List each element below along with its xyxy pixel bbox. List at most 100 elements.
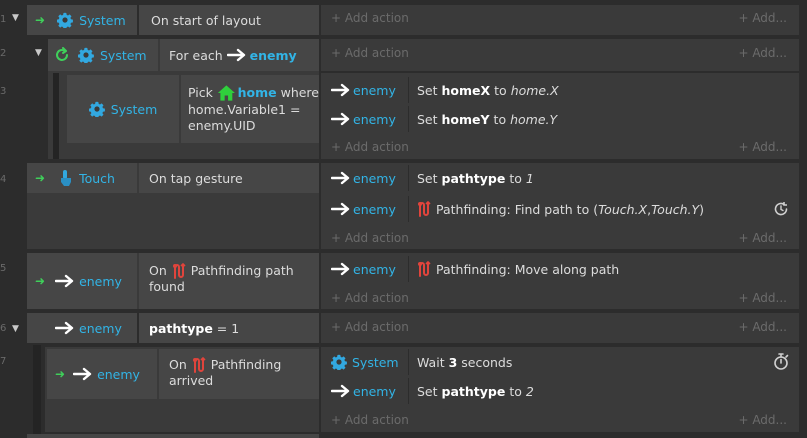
add-more-button[interactable]: + Add... <box>738 46 787 60</box>
event-7-condition[interactable]: On Pathfinding arrived <box>159 349 319 399</box>
pathfinding-icon <box>192 357 206 373</box>
action-text: Wait 3 seconds <box>417 354 513 370</box>
action-row[interactable]: enemy Set homeY to home.Y <box>321 106 799 132</box>
action-row[interactable]: System Wait 3 seconds <box>321 349 799 375</box>
add-more-button[interactable]: + Add... <box>738 11 787 25</box>
condition-text: arrived <box>169 373 214 388</box>
collapse-arrow-icon[interactable]: ▼ <box>12 13 19 23</box>
collapse-arrow-icon[interactable]: ▼ <box>12 324 19 334</box>
action-row[interactable]: enemy Pathfinding: Find path to (Touch.X… <box>321 196 799 222</box>
action-row[interactable]: enemy Pathfinding: Move along path <box>321 256 799 282</box>
object-arrow-icon <box>331 83 351 97</box>
event-2-condition[interactable]: For each enemy <box>160 39 319 71</box>
row-number: 7 <box>0 356 7 367</box>
event-7-condition-object[interactable]: ➜ enemy <box>47 349 157 399</box>
event-4-condition-object[interactable]: ➜ Touch <box>27 163 137 193</box>
condition-text: On <box>169 357 187 372</box>
event-3-actions: enemy Set homeX to home.X enemy Set home… <box>321 73 799 159</box>
home-sprite-icon <box>217 84 236 102</box>
trigger-arrow-icon: ➜ <box>35 171 46 185</box>
event-1-actions[interactable]: + Add action + Add... <box>321 5 799 35</box>
add-action-button[interactable]: + Add action <box>331 320 409 334</box>
event-1-condition[interactable]: On start of layout <box>139 5 319 35</box>
event-4-condition[interactable]: On tap gesture <box>139 163 319 193</box>
add-more-button[interactable]: + Add... <box>738 231 787 245</box>
action-row[interactable]: enemy Set pathtype to 1 <box>321 165 799 191</box>
add-action-button[interactable]: + Add action <box>331 140 409 154</box>
event-2-actions[interactable]: + Add action + Add... <box>321 39 799 71</box>
event-2-condition-object[interactable]: System <box>48 39 158 71</box>
add-action-button[interactable]: + Add action <box>331 231 409 245</box>
gear-icon <box>78 47 94 63</box>
condition-variable: pathtype <box>149 320 213 336</box>
object-name: System <box>79 12 126 28</box>
event-6-condition[interactable]: pathtype = 1 <box>139 313 319 343</box>
next-event-edge <box>27 434 319 438</box>
action-text: Pathfinding: Move along path <box>417 256 619 282</box>
action-text: Pathfinding: Find path to (Touch.X, Touc… <box>417 196 704 222</box>
event-1-condition-object[interactable]: ➜ System <box>27 5 137 35</box>
add-action-button[interactable]: + Add action <box>331 291 409 305</box>
object-name: home <box>237 85 277 100</box>
condition-text: On start of layout <box>151 12 261 28</box>
condition-text: where <box>280 85 319 100</box>
add-action-button[interactable]: + Add action <box>331 11 409 25</box>
event-6-actions[interactable]: + Add action + Add... <box>321 313 799 343</box>
row-number: 4 <box>0 174 7 185</box>
stopwatch-icon <box>773 353 789 371</box>
trigger-arrow-icon: ➜ <box>55 367 66 381</box>
action-row[interactable]: enemy Set pathtype to 2 <box>321 378 799 404</box>
object-arrow-icon <box>331 171 351 185</box>
object-arrow-icon <box>331 384 351 398</box>
object-name: enemy <box>353 170 396 186</box>
add-more-button[interactable]: + Add... <box>738 413 787 427</box>
object-name: System <box>100 47 147 63</box>
event-3-condition[interactable]: Pick home where home.Variable1 = enemy.U… <box>181 75 319 143</box>
gear-icon <box>57 12 73 28</box>
gear-icon <box>331 354 347 370</box>
object-name: enemy <box>353 201 396 217</box>
object-name: enemy <box>97 366 140 382</box>
event-5-condition[interactable]: On Pathfinding path found <box>139 253 319 309</box>
object-arrow-icon <box>227 48 247 62</box>
action-text: Set homeX to home.X <box>417 82 559 98</box>
condition-text: On <box>149 263 167 278</box>
add-more-button[interactable]: + Add... <box>738 140 787 154</box>
row-number: 3 <box>0 86 7 97</box>
object-name: System <box>352 354 399 370</box>
event-3-condition-object[interactable]: System <box>67 75 179 143</box>
object-arrow-icon <box>331 112 351 126</box>
object-arrow-icon <box>55 274 75 288</box>
collapse-arrow-icon[interactable]: ▼ <box>35 48 42 58</box>
action-text: Set homeY to home.Y <box>417 111 558 127</box>
add-action-button[interactable]: + Add action <box>331 46 409 60</box>
object-arrow-icon <box>73 367 93 381</box>
loop-icon <box>54 47 70 63</box>
gear-icon <box>89 101 105 117</box>
object-name: enemy <box>353 383 396 399</box>
event-7-actions: System Wait 3 seconds enemy Set pathtype… <box>321 347 799 432</box>
add-action-button[interactable]: + Add action <box>331 413 409 427</box>
object-name: enemy <box>353 261 396 277</box>
row-number: 6 <box>0 323 7 334</box>
object-arrow-icon <box>55 321 75 335</box>
action-text: Set pathtype to 1 <box>417 170 534 186</box>
object-name: enemy <box>79 320 122 336</box>
event-5-condition-object[interactable]: ➜ enemy <box>27 253 137 309</box>
object-name: enemy <box>249 47 297 63</box>
touch-icon <box>59 169 73 187</box>
action-text: Set pathtype to 2 <box>417 383 534 399</box>
condition-text: enemy.UID <box>188 118 256 133</box>
condition-text: For each <box>169 47 223 63</box>
trigger-arrow-icon: ➜ <box>35 13 46 27</box>
add-more-button[interactable]: + Add... <box>738 291 787 305</box>
action-row[interactable]: enemy Set homeX to home.X <box>321 77 799 103</box>
pathfinding-icon <box>172 263 186 279</box>
pathfinding-icon <box>417 261 431 277</box>
add-more-button[interactable]: + Add... <box>738 320 787 334</box>
condition-text: On tap gesture <box>149 170 243 186</box>
condition-text: Pathfinding path <box>190 263 294 278</box>
event-4-actions: enemy Set pathtype to 1 enemy Pathfindin… <box>321 163 799 249</box>
condition-text: = 1 <box>216 320 240 336</box>
event-6-condition-object[interactable]: enemy <box>27 313 137 343</box>
